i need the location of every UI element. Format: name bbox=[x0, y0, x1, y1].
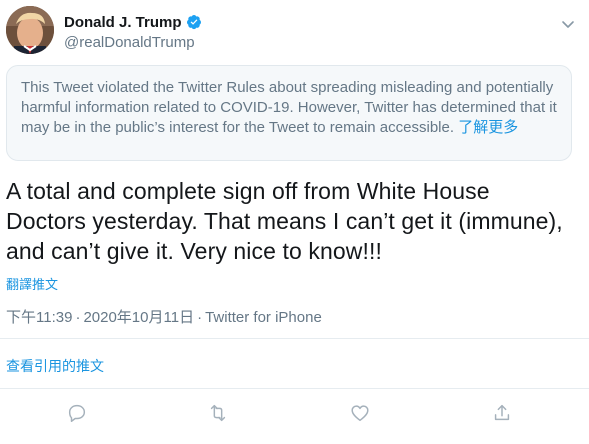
view-quote-tweets-link[interactable]: 查看引用的推文 bbox=[6, 356, 104, 376]
share-button[interactable] bbox=[491, 402, 513, 424]
translate-tweet-link[interactable]: 翻譯推文 bbox=[6, 274, 58, 293]
meta-separator: · bbox=[75, 309, 81, 326]
author-name-text[interactable]: Donald J. Trump bbox=[64, 14, 182, 31]
divider bbox=[0, 338, 589, 339]
like-icon bbox=[351, 405, 369, 422]
tweet-header: Donald J. Trump @realDonaldTrump bbox=[6, 6, 582, 58]
chevron-down-icon[interactable] bbox=[560, 16, 576, 32]
verified-badge-icon bbox=[186, 14, 202, 30]
author-name[interactable]: Donald J. Trump bbox=[64, 12, 202, 32]
retweet-button[interactable] bbox=[207, 402, 229, 424]
reply-button[interactable] bbox=[66, 402, 88, 424]
reply-icon bbox=[68, 404, 86, 422]
like-button[interactable] bbox=[349, 402, 371, 424]
tweet: Donald J. Trump @realDonaldTrump This Tw… bbox=[0, 0, 589, 444]
divider bbox=[0, 388, 589, 389]
tweet-actions bbox=[0, 402, 589, 428]
avatar-image bbox=[6, 6, 54, 54]
author-info[interactable]: Donald J. Trump @realDonaldTrump bbox=[64, 12, 202, 53]
avatar[interactable] bbox=[6, 6, 54, 54]
learn-more-link[interactable]: 了解更多 bbox=[458, 119, 518, 136]
tweet-source[interactable]: Twitter for iPhone bbox=[205, 309, 322, 326]
tweet-time[interactable]: 下午11:39 bbox=[6, 309, 72, 326]
tweet-metadata: 下午11:39 · 2020年10月11日 · Twitter for iPhone bbox=[6, 306, 322, 327]
tweet-date[interactable]: 2020年10月11日 bbox=[83, 309, 194, 326]
share-icon bbox=[494, 404, 510, 421]
meta-separator: · bbox=[197, 309, 203, 326]
retweet-icon bbox=[210, 404, 226, 422]
author-handle[interactable]: @realDonaldTrump bbox=[64, 34, 202, 53]
policy-notice: This Tweet violated the Twitter Rules ab… bbox=[6, 65, 572, 161]
tweet-text: A total and complete sign off from White… bbox=[6, 178, 563, 264]
